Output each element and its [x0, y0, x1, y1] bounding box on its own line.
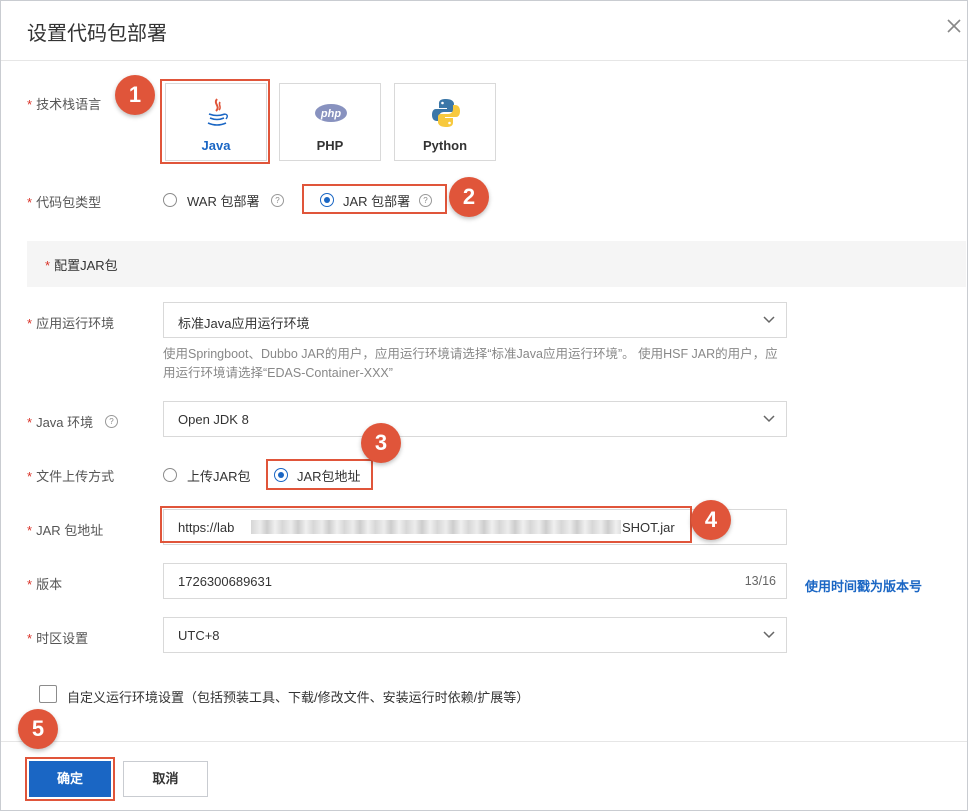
lang-card-php[interactable]: php PHP	[279, 83, 381, 161]
header-divider	[1, 60, 967, 61]
highlight-confirm	[25, 757, 115, 801]
chevron-down-icon	[763, 631, 775, 639]
highlight-jar-address	[160, 506, 692, 543]
chevron-down-icon	[763, 316, 775, 324]
step-badge-4: 4	[691, 500, 731, 540]
step-badge-5: 5	[18, 709, 58, 749]
runtime-label: * 应用运行环境	[27, 316, 115, 331]
footer-divider	[1, 741, 967, 742]
version-input[interactable]: 1726300689631 13/16	[163, 563, 787, 599]
step-badge-2: 2	[449, 177, 489, 217]
radio-war[interactable]	[163, 193, 177, 207]
runtime-value: 标准Java应用运行环境	[178, 316, 310, 331]
section-title: * 配置JAR包	[45, 258, 118, 273]
highlight-jar	[302, 184, 447, 214]
highlight-java	[160, 79, 270, 164]
java-env-label: * Java 环境	[27, 415, 94, 430]
python-icon	[432, 99, 460, 127]
java-env-select[interactable]: Open JDK 8	[163, 401, 787, 437]
help-icon[interactable]: ?	[271, 194, 284, 207]
help-icon[interactable]: ?	[105, 415, 118, 428]
radio-upload-jar[interactable]	[163, 468, 177, 482]
runtime-hint: 使用Springboot、Dubbo JAR的用户，应用运行环境请选择“标准Ja…	[163, 347, 778, 380]
upload-method-label: * 文件上传方式	[27, 469, 115, 484]
tech-stack-label: * 技术栈语言	[27, 97, 102, 112]
radio-upload-jar-label[interactable]: 上传JAR包	[187, 466, 251, 485]
package-type-label: * 代码包类型	[27, 195, 102, 210]
jar-address-label: * JAR 包地址	[27, 523, 104, 538]
lang-name: Python	[422, 138, 468, 153]
timezone-select[interactable]: UTC+8	[163, 617, 787, 653]
custom-env-label[interactable]: 自定义运行环境设置（包括预装工具、下载/修改文件、安装运行时依赖/扩展等）	[67, 687, 529, 706]
highlight-jar-url	[266, 459, 373, 490]
section-header: * 配置JAR包	[27, 241, 966, 287]
timezone-value: UTC+8	[178, 628, 220, 643]
step-badge-3: 3	[361, 423, 401, 463]
radio-war-label[interactable]: WAR 包部署	[187, 191, 259, 210]
chevron-down-icon	[763, 415, 775, 423]
version-value: 1726300689631	[178, 574, 272, 589]
version-counter: 13/16	[744, 574, 776, 588]
lang-name: PHP	[316, 138, 344, 153]
svg-text:php: php	[320, 108, 341, 120]
use-timestamp-link[interactable]: 使用时间戳为版本号	[805, 576, 922, 595]
close-icon[interactable]	[943, 15, 965, 37]
runtime-select[interactable]: 标准Java应用运行环境	[163, 302, 787, 338]
lang-card-python[interactable]: Python	[394, 83, 496, 161]
version-label: * 版本	[27, 577, 63, 592]
deploy-dialog: 设置代码包部署 * 技术栈语言 Java php PHP Python 1 * …	[0, 0, 968, 811]
timezone-label: * 时区设置	[27, 631, 89, 646]
cancel-button[interactable]: 取消	[123, 761, 208, 797]
custom-env-checkbox[interactable]	[39, 685, 57, 703]
java-env-value: Open JDK 8	[178, 412, 249, 427]
php-icon: php	[315, 104, 347, 122]
step-badge-1: 1	[115, 75, 155, 115]
dialog-title: 设置代码包部署	[27, 23, 167, 45]
